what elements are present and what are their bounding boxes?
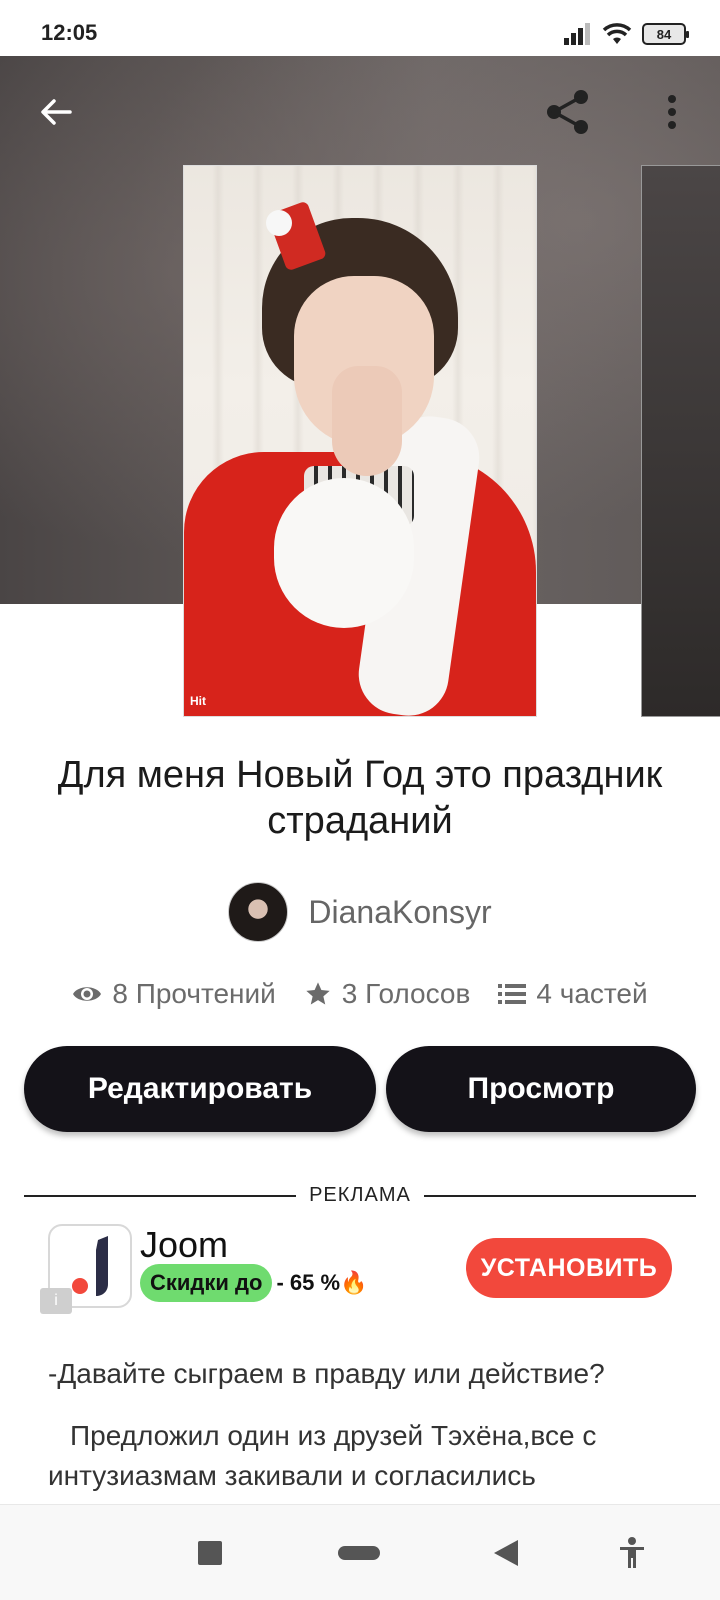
parts-count: 4 частей xyxy=(536,978,648,1009)
ad-brand-name[interactable]: Joom xyxy=(140,1224,228,1266)
ad-divider: РЕКЛАМА xyxy=(24,1184,696,1208)
story-title: Для меня Новый Год это праздник страдани… xyxy=(57,754,663,842)
story-stats: 8 Прочтений 3 Голосов 4 частей xyxy=(0,978,720,1010)
battery-indicator: 84 xyxy=(642,23,689,45)
status-time: 12:05 xyxy=(41,20,98,45)
cover-watermark: Hit xyxy=(190,694,206,708)
home-bar-icon xyxy=(338,1546,380,1560)
system-nav-bar xyxy=(0,1504,720,1600)
author-row[interactable]: DianaKonsyr xyxy=(0,882,720,942)
home-button[interactable] xyxy=(336,1529,382,1577)
avatar[interactable] xyxy=(228,882,289,942)
signal-icon xyxy=(564,23,590,45)
accessibility-icon xyxy=(620,1537,644,1568)
book-cover[interactable]: Hit xyxy=(184,166,536,716)
square-icon xyxy=(198,1541,222,1565)
story-line-2: Предложил один из друзей Тэхёна,все с ин… xyxy=(48,1420,597,1491)
accessibility-button[interactable] xyxy=(608,1529,656,1577)
share-icon xyxy=(547,90,588,134)
star-icon xyxy=(306,982,330,1005)
ad-promo: Скидки до - 65 %🔥 xyxy=(140,1264,367,1302)
install-button[interactable]: УСТАНОВИТЬ xyxy=(466,1238,672,1298)
more-vertical-icon xyxy=(668,95,676,129)
back-nav-button[interactable] xyxy=(482,1529,530,1577)
edit-button[interactable]: Редактировать xyxy=(24,1046,376,1132)
share-button[interactable] xyxy=(540,84,596,140)
wifi-icon xyxy=(602,23,632,44)
parts-stat: 4 частей xyxy=(498,978,648,1010)
eye-icon xyxy=(73,987,102,1001)
ad-promo-rest: - 65 %🔥 xyxy=(276,1270,368,1295)
status-icons: 84 xyxy=(564,22,689,46)
triangle-back-icon xyxy=(494,1540,518,1566)
reads-stat: 8 Прочтений xyxy=(72,978,276,1010)
votes-stat: 3 Голосов xyxy=(304,978,471,1010)
back-arrow-icon xyxy=(41,99,72,125)
story-line-1: -Давайте сыграем в правду или действие? xyxy=(48,1358,605,1389)
votes-count: 3 Голосов xyxy=(341,978,471,1009)
ad-promo-pill: Скидки до xyxy=(140,1264,273,1302)
recents-button[interactable] xyxy=(186,1529,234,1577)
author-name[interactable]: DianaKonsyr xyxy=(308,894,491,931)
ad-info-icon[interactable]: i xyxy=(40,1288,72,1314)
list-icon xyxy=(498,984,527,1004)
back-button[interactable] xyxy=(28,84,84,140)
story-preview: -Давайте сыграем в правду или действие? … xyxy=(48,1354,688,1518)
more-options-button[interactable] xyxy=(644,84,700,140)
next-book-cover[interactable] xyxy=(642,166,720,716)
status-bar: 12:05 84 xyxy=(0,0,720,56)
reads-count: 8 Прочтений xyxy=(112,978,276,1009)
ad-label: РЕКЛАМА xyxy=(309,1184,411,1206)
view-button[interactable]: Просмотр xyxy=(386,1046,696,1132)
